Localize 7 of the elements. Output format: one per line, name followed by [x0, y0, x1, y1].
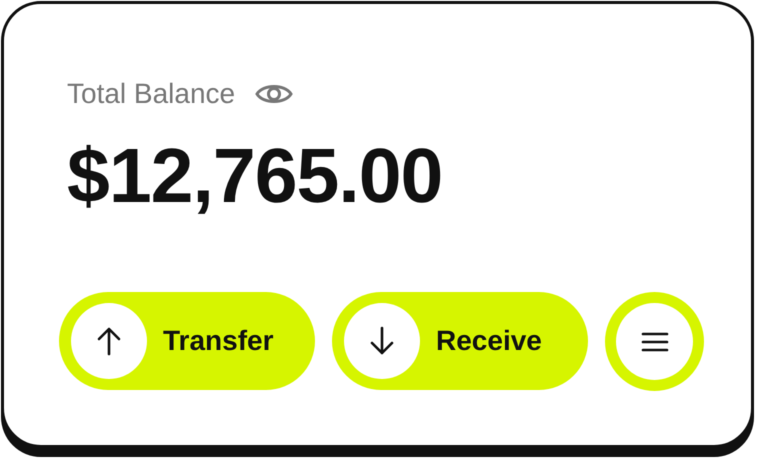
receive-button[interactable]: Receive — [332, 292, 588, 390]
balance-amount: $12,765.00 — [67, 132, 444, 221]
transfer-button[interactable]: Transfer — [59, 292, 315, 390]
down-arrow-icon — [369, 326, 395, 356]
menu-icon — [640, 330, 668, 352]
balance-label: Total Balance — [67, 78, 236, 110]
up-arrow-icon — [96, 326, 122, 356]
